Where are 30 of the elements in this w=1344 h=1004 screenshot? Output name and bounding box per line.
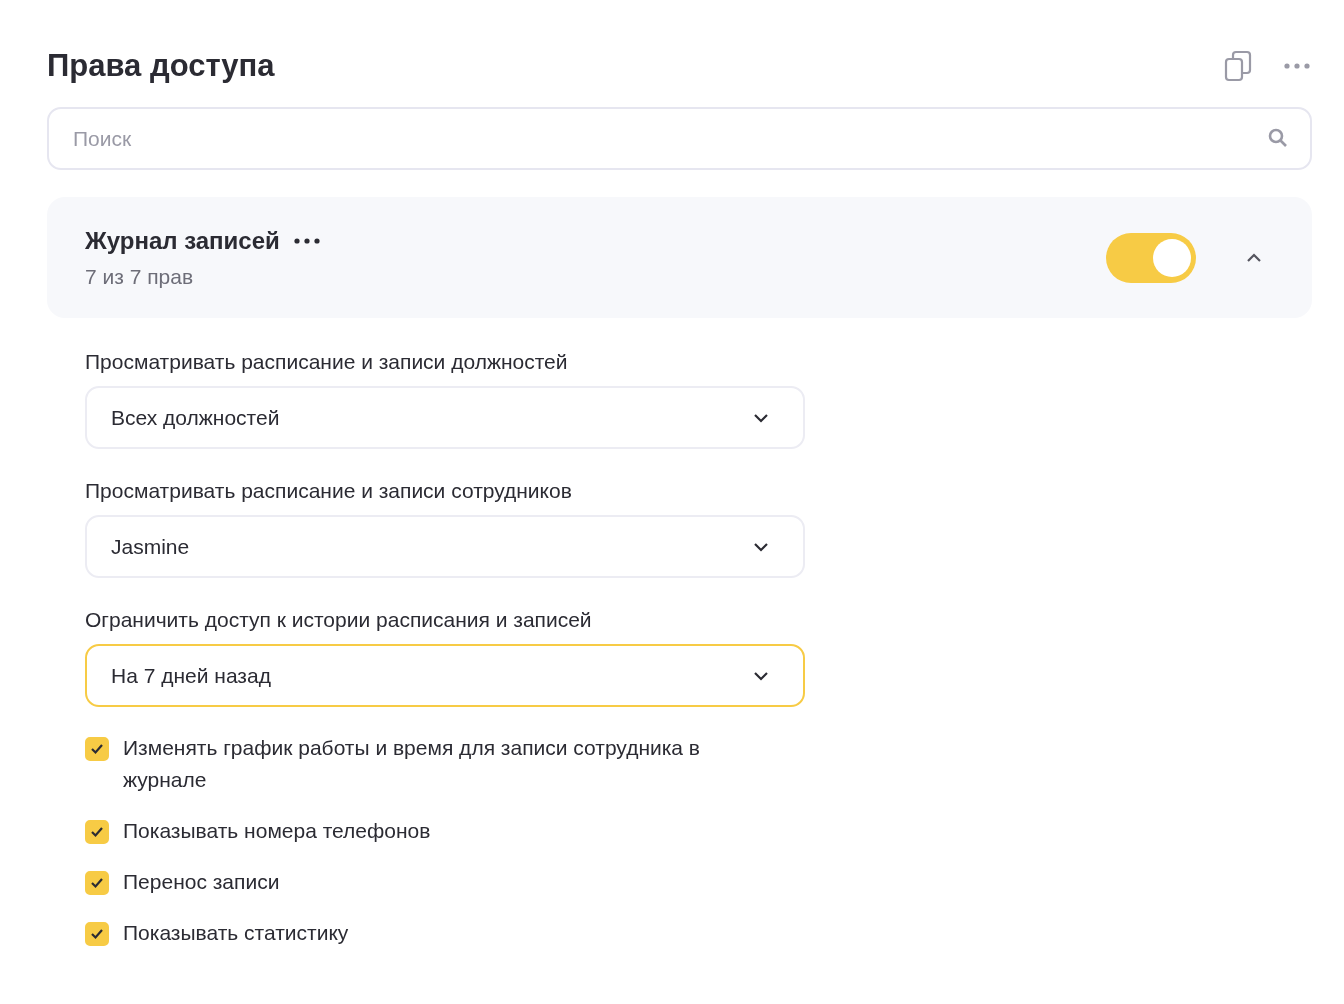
copy-icon[interactable] bbox=[1224, 50, 1252, 82]
dropdown[interactable]: Всех должностей bbox=[85, 386, 805, 449]
checkbox-label: Показывать номера телефонов bbox=[123, 818, 431, 844]
check-icon bbox=[90, 877, 104, 889]
chevron-icon[interactable] bbox=[1246, 252, 1262, 263]
check-icon bbox=[90, 743, 104, 755]
checkbox-label: Изменять график работы и время для записи сотрудника в журнале bbox=[123, 735, 702, 793]
chevron-down-icon bbox=[753, 541, 769, 552]
field-label: Просматривать расписание и записи должностей bbox=[85, 350, 569, 374]
check-icon bbox=[90, 826, 104, 838]
chevron-down-icon bbox=[753, 670, 769, 681]
permission-count: 7 из 7 прав bbox=[85, 264, 195, 289]
checkbox-label: Показывать статистику bbox=[123, 920, 349, 946]
checkbox-label: Перенос записи bbox=[123, 869, 280, 895]
section-title: Журнал записей bbox=[85, 226, 280, 255]
field-label: Просматривать расписание и записи сотрудников bbox=[85, 479, 573, 503]
search-field[interactable]: Поиск bbox=[47, 107, 1312, 170]
chevron-down-icon bbox=[753, 412, 769, 423]
field-label: Ограничить доступ к истории расписания и записей bbox=[85, 608, 593, 632]
dropdown[interactable]: На 7 дней назад bbox=[85, 644, 805, 707]
page-title: Права доступа bbox=[47, 48, 275, 84]
more-icon[interactable] bbox=[293, 237, 320, 244]
checkbox[interactable] bbox=[85, 922, 109, 946]
check-icon bbox=[90, 928, 104, 940]
checkbox[interactable] bbox=[85, 737, 109, 761]
checkbox[interactable] bbox=[85, 820, 109, 844]
toggle-switch[interactable] bbox=[1106, 232, 1196, 283]
dropdown[interactable]: Jasmine bbox=[85, 515, 805, 578]
checkbox[interactable] bbox=[85, 871, 109, 895]
search-icon bbox=[1268, 128, 1288, 148]
